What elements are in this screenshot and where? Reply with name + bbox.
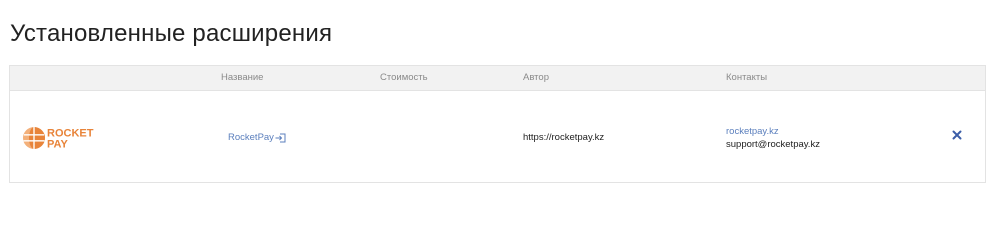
extension-contacts: rocketpay.kz support@rocketpay.kz	[726, 125, 820, 151]
remove-extension-button[interactable]	[950, 128, 964, 142]
extension-author: https://rocketpay.kz	[523, 132, 605, 143]
column-header-author: Автор	[523, 72, 549, 83]
rocketpay-logo: ROCKET PAY	[22, 124, 102, 152]
extensions-table: Название Стоимость Автор Контакты ROCKET…	[9, 65, 986, 183]
close-icon	[952, 130, 962, 140]
page-title: Установленные расширения	[10, 20, 333, 47]
external-login-icon	[275, 133, 286, 143]
table-row: ROCKET PAY RocketPay https://rocketpay.k…	[10, 91, 985, 183]
column-header-cost: Стоимость	[380, 72, 428, 83]
table-header: Название Стоимость Автор Контакты	[10, 66, 985, 91]
extension-name: RocketPay	[228, 132, 274, 143]
globe-logo-icon: ROCKET PAY	[23, 127, 94, 151]
column-header-contacts: Контакты	[726, 72, 768, 83]
logo-text-line2: PAY	[47, 139, 68, 151]
contact-email: support@rocketpay.kz	[726, 139, 820, 150]
extension-name-link[interactable]: RocketPay	[228, 132, 286, 143]
column-header-name: Название	[221, 72, 264, 83]
contact-website-link[interactable]: rocketpay.kz	[726, 125, 820, 138]
